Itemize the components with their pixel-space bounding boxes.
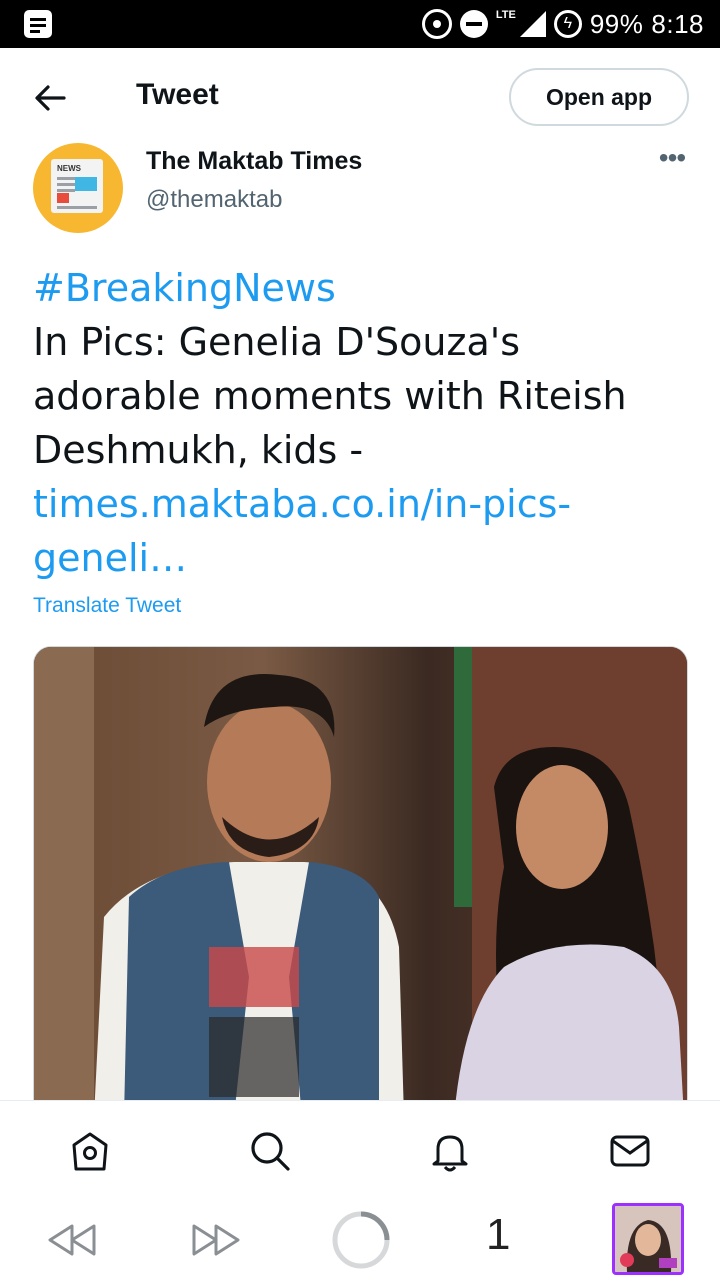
clock: 8:18	[651, 8, 704, 39]
battery-charging-icon: ϟ	[553, 10, 582, 38]
tab-count[interactable]: 1	[486, 1210, 510, 1260]
status-bar: LTE ϟ 99% 8:18	[0, 0, 720, 48]
top-header: Tweet Open app	[0, 48, 720, 146]
loading-spinner-icon[interactable]	[330, 1209, 392, 1271]
rewind-icon[interactable]	[46, 1218, 98, 1262]
tweet-link[interactable]: times.maktaba.co.in/in-pics-geneli…	[33, 477, 693, 585]
do-not-disturb-icon	[459, 10, 488, 38]
home-icon[interactable]	[68, 1129, 112, 1173]
hotspot-icon	[421, 9, 452, 39]
page-title: Tweet	[136, 78, 219, 111]
avatar-logo-text: NEWS	[57, 164, 81, 173]
translate-tweet-link[interactable]: Translate Tweet	[33, 594, 181, 618]
profile-thumbnail[interactable]	[612, 1203, 684, 1275]
bottom-navigation	[0, 1100, 720, 1200]
signal-icon	[519, 11, 546, 37]
notification-icon	[24, 10, 52, 38]
more-options-icon[interactable]: •••	[652, 144, 692, 176]
network-type: LTE	[495, 9, 516, 21]
search-icon[interactable]	[248, 1129, 292, 1173]
tweet-photo[interactable]	[33, 646, 688, 1116]
tweet-text: #BreakingNews In Pics: Genelia D'Souza's…	[33, 261, 693, 585]
notifications-icon[interactable]	[428, 1129, 472, 1173]
hashtag-link[interactable]: #BreakingNews	[33, 261, 693, 315]
author-handle[interactable]: @themaktab	[146, 186, 282, 214]
fast-forward-icon[interactable]	[190, 1218, 242, 1262]
battery-percent: 99%	[589, 8, 644, 39]
newspaper-icon: NEWS	[51, 159, 103, 213]
author-name[interactable]: The Maktab Times	[146, 147, 362, 176]
tweet-body: In Pics: Genelia D'Souza's adorable mome…	[33, 320, 627, 472]
author-avatar[interactable]: NEWS	[33, 143, 123, 233]
open-app-button[interactable]: Open app	[509, 68, 689, 126]
back-arrow-icon[interactable]	[30, 78, 70, 118]
photo-illustration	[34, 647, 687, 1115]
messages-icon[interactable]	[608, 1129, 652, 1173]
browser-toolbar: 1	[0, 1200, 720, 1280]
